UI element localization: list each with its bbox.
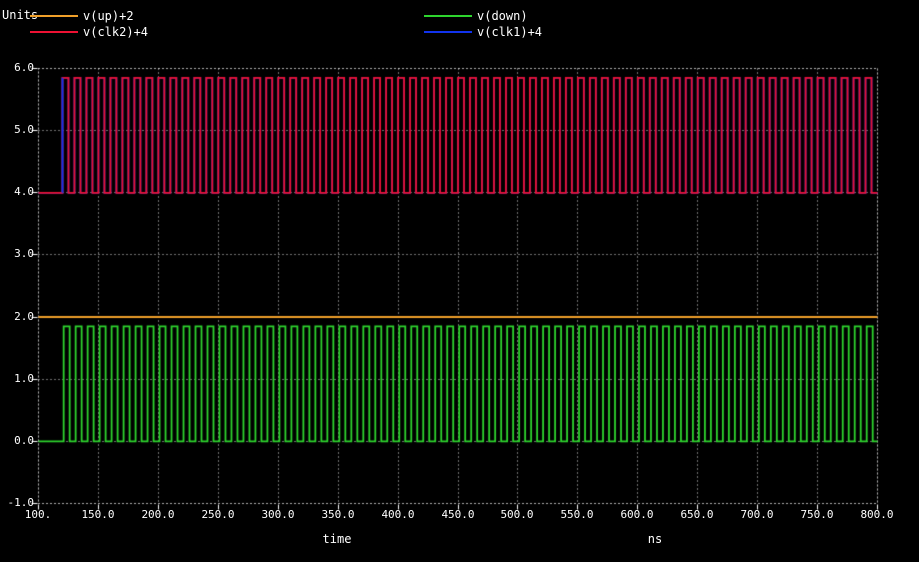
x-tick-label: 500.0 bbox=[500, 508, 534, 521]
x-tick-label: 800.0 bbox=[860, 508, 894, 521]
x-tick-label: 600.0 bbox=[620, 508, 654, 521]
x-axis-unit: ns bbox=[647, 532, 663, 546]
x-tick-label: 700.0 bbox=[740, 508, 774, 521]
legend-swatch-green-icon bbox=[424, 15, 472, 17]
legend-label: v(down) bbox=[477, 9, 528, 23]
x-tick-label: 200.0 bbox=[141, 508, 175, 521]
legend-item-vdown: v(down) bbox=[424, 9, 528, 23]
plot-canvas bbox=[0, 0, 919, 562]
y-tick-label: 3.0 bbox=[14, 247, 34, 260]
legend-swatch-red-icon bbox=[30, 31, 78, 33]
x-tick-label: 650.0 bbox=[680, 508, 714, 521]
x-tick-label: 300.0 bbox=[261, 508, 295, 521]
legend-swatch-orange-icon bbox=[30, 15, 78, 17]
x-tick-label: 350.0 bbox=[321, 508, 355, 521]
legend-swatch-blue-icon bbox=[424, 31, 472, 33]
x-tick-label: 450.0 bbox=[441, 508, 475, 521]
legend-label: v(clk1)+4 bbox=[477, 25, 543, 39]
x-tick-label: 250.0 bbox=[201, 508, 235, 521]
waveform-viewer: Units v(up)+2 v(clk2)+4 v(down) v(clk1)+… bbox=[0, 0, 919, 562]
y-tick-label: 4.0 bbox=[14, 185, 34, 198]
y-tick-label: 2.0 bbox=[14, 310, 34, 323]
legend-label: v(clk2)+4 bbox=[83, 25, 149, 39]
legend-label: v(up)+2 bbox=[83, 9, 134, 23]
y-tick-label: 1.0 bbox=[14, 372, 34, 385]
legend-item-vup: v(up)+2 bbox=[30, 9, 134, 23]
x-axis-title: time bbox=[322, 532, 352, 546]
legend-item-vclk1: v(clk1)+4 bbox=[424, 25, 542, 39]
x-tick-label: 550.0 bbox=[560, 508, 594, 521]
x-tick-label: 750.0 bbox=[800, 508, 834, 521]
legend-item-vclk2: v(clk2)+4 bbox=[30, 25, 148, 39]
y-tick-label: 5.0 bbox=[14, 123, 34, 136]
x-tick-label: 400.0 bbox=[381, 508, 415, 521]
y-tick-label: 0.0 bbox=[14, 434, 34, 447]
x-tick-label: 150.0 bbox=[81, 508, 115, 521]
x-tick-label: 100. bbox=[24, 508, 52, 521]
y-tick-label: 6.0 bbox=[14, 61, 34, 74]
